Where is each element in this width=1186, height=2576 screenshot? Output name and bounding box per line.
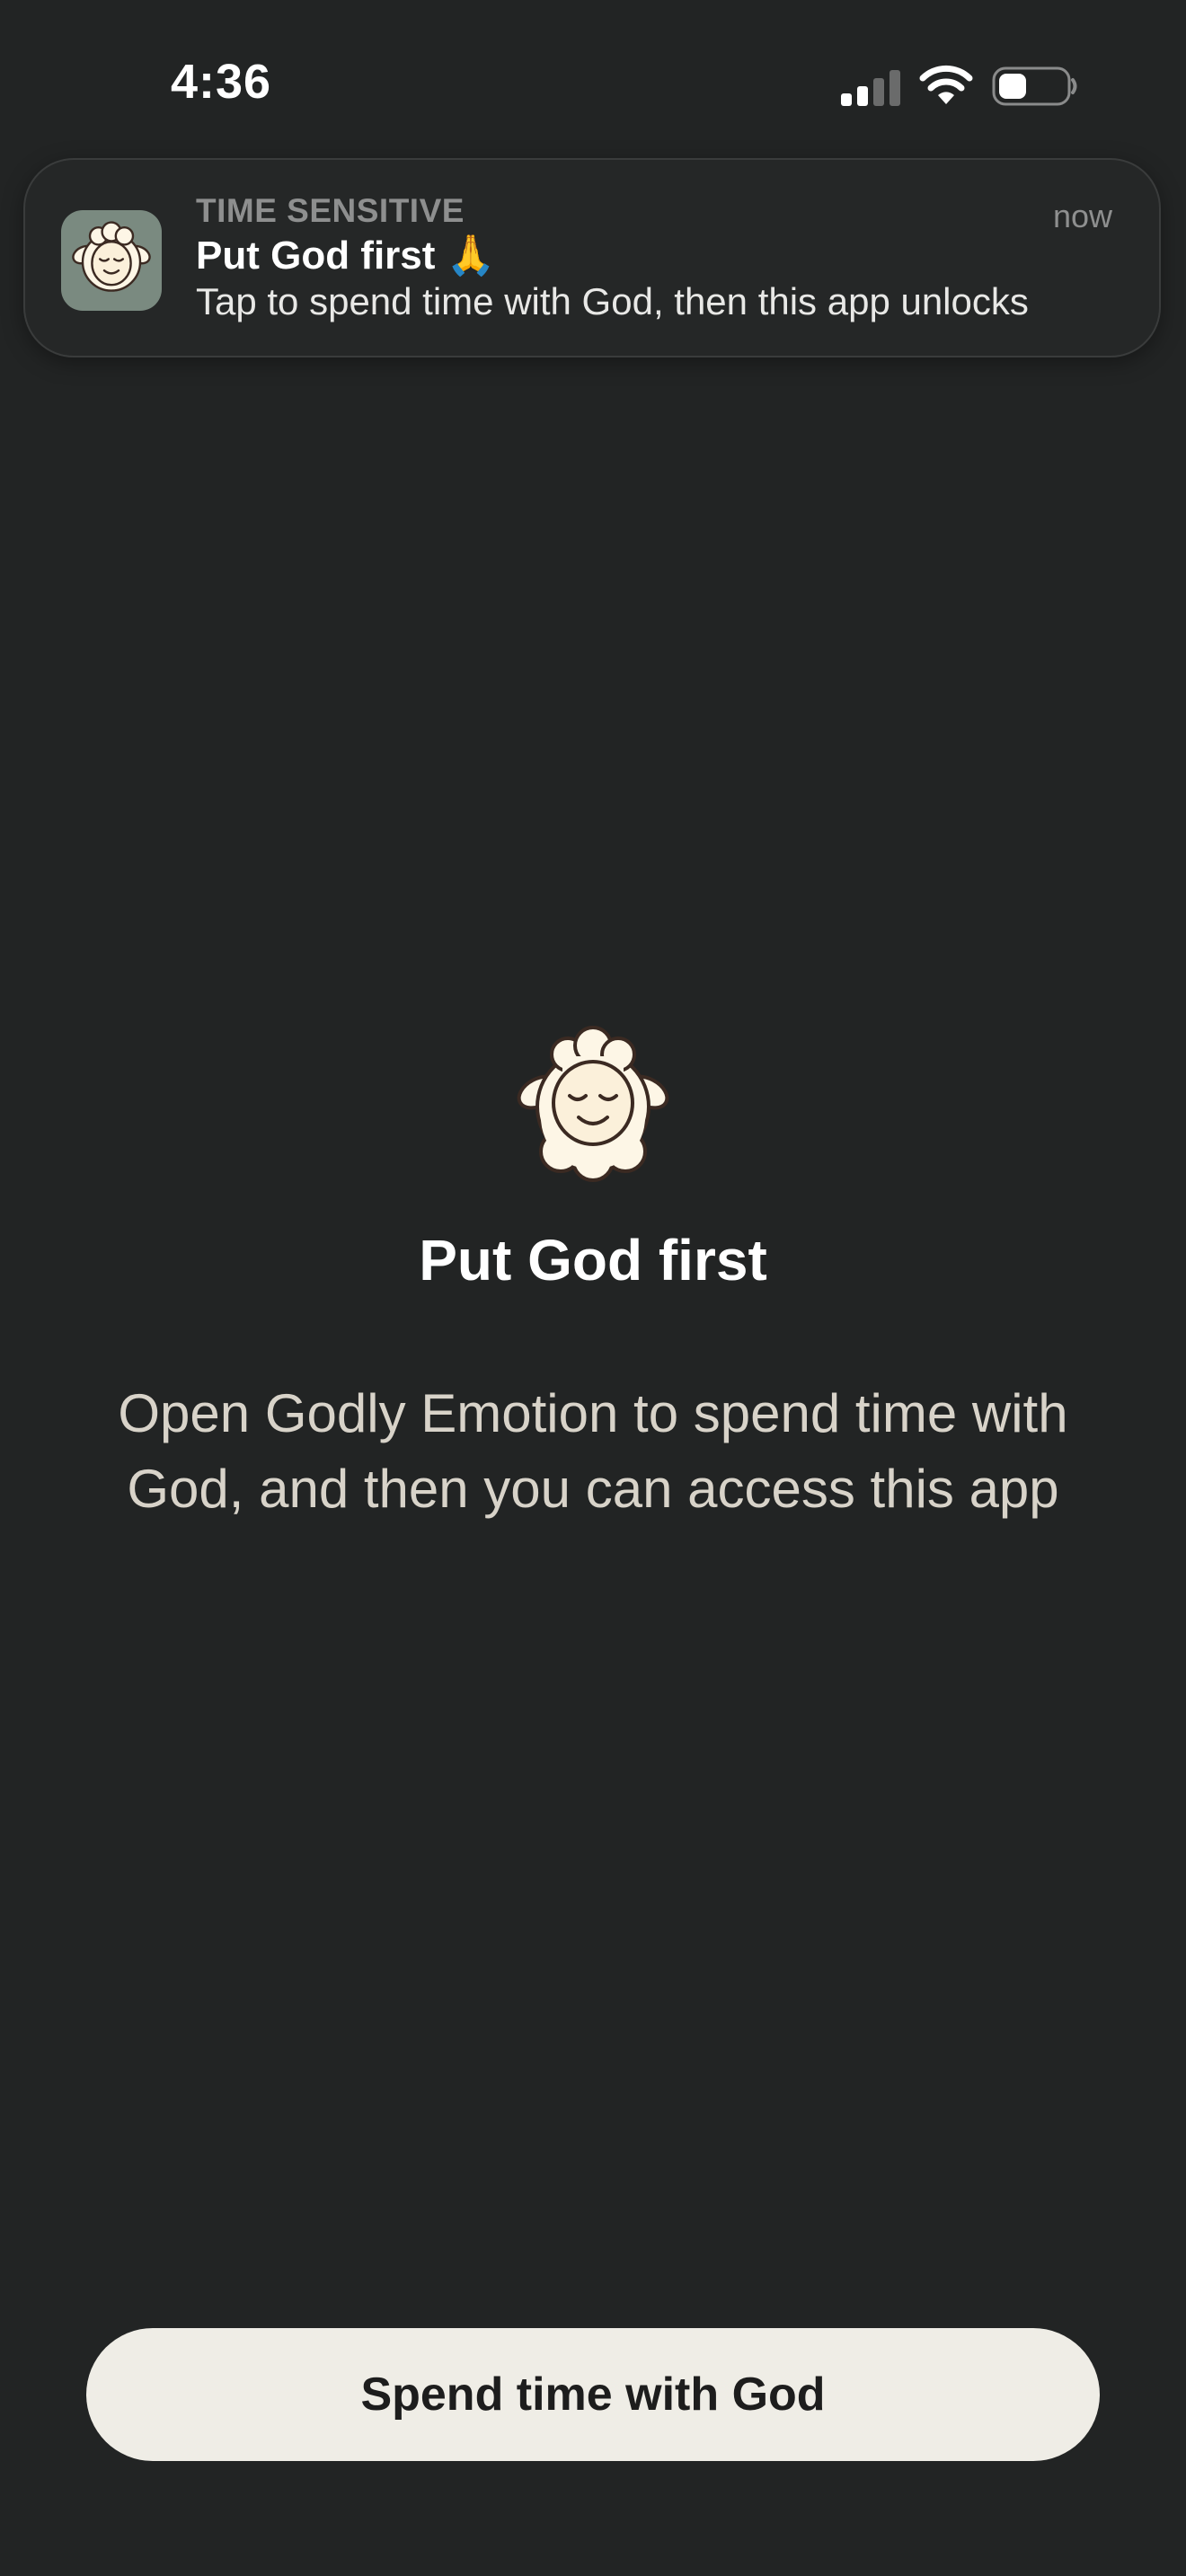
notification-title: Put God first 🙏	[196, 234, 496, 278]
sheep-icon	[72, 221, 151, 292]
page-subtitle: Open Godly Emotion to spend time with Go…	[118, 1383, 1068, 1519]
notification-time: now	[1052, 198, 1112, 234]
status-time: 4:36	[171, 55, 272, 109]
battery-icon	[992, 66, 1077, 106]
cellular-signal-icon	[841, 70, 900, 106]
status-bar: 4:36	[0, 0, 1186, 171]
app-icon	[61, 210, 162, 311]
wifi-icon	[919, 65, 973, 104]
sheep-icon	[517, 1026, 669, 1182]
notification-banner[interactable]: TIME SENSITIVE now Put God first 🙏 Tap t…	[23, 158, 1161, 357]
spend-time-with-god-button[interactable]: Spend time with God	[86, 2328, 1100, 2461]
notification-category: TIME SENSITIVE	[196, 192, 465, 229]
notification-body: Tap to spend time with God, then this ap…	[196, 280, 1029, 322]
page-title: Put God first	[419, 1228, 767, 1292]
